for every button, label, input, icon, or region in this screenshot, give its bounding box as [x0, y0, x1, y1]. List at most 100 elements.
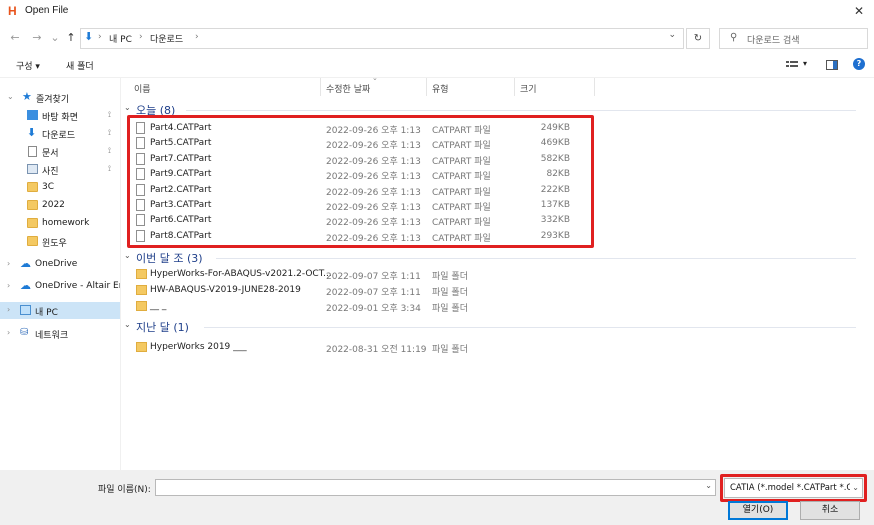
column-divider[interactable]	[514, 78, 515, 96]
close-icon[interactable]: ✕	[854, 4, 864, 18]
pin-icon: ⟟	[108, 164, 111, 173]
command-toolbar: 구성 ▾ 새 폴더 ▾ ?	[0, 52, 874, 78]
navigation-pane: ⌄ ★ 즐겨찾기 바탕 화면 ⟟ ⬇ 다운로드 ⟟ 문서 ⟟ 사진 ⟟ 3C 2…	[0, 78, 121, 470]
file-type: 파일 폴더	[432, 272, 468, 282]
group-divider	[216, 258, 856, 259]
collapse-chevron-icon[interactable]: ⌄	[124, 320, 131, 329]
expand-chevron-icon[interactable]: ›	[7, 328, 10, 337]
column-header-name[interactable]: 이름	[134, 82, 151, 95]
filename-dropdown-chevron-icon[interactable]: ⌄	[705, 481, 712, 490]
star-icon: ★	[22, 90, 32, 103]
file-type: 파일 폴더	[432, 345, 468, 355]
column-header-type[interactable]: 유형	[432, 82, 449, 95]
sidebar-item-label: OneDrive	[35, 259, 78, 269]
breadcrumb-separator: ›	[98, 32, 102, 42]
sidebar-item-onedrive[interactable]: › ☁ OneDrive	[0, 256, 120, 273]
sidebar-item-this-pc[interactable]: › 내 PC	[0, 302, 120, 319]
sidebar-item-label: 내 PC	[35, 308, 58, 318]
collapse-chevron-icon[interactable]: ⌄	[124, 251, 131, 260]
search-input[interactable]: ⚲ 다운로드 검색	[719, 28, 868, 49]
organize-button[interactable]: 구성 ▾	[16, 59, 40, 72]
sidebar-item-label: OneDrive - Altair Eng	[35, 281, 121, 291]
folder-icon	[136, 301, 147, 311]
forward-arrow-icon[interactable]: →	[30, 30, 44, 46]
sidebar-item-label: 문서	[42, 149, 59, 159]
desktop-icon	[27, 110, 38, 120]
file-name: HyperWorks 2019 ___	[150, 342, 247, 352]
open-button[interactable]: 열기(O)	[728, 501, 788, 520]
highlight-box	[127, 115, 594, 248]
group-divider	[204, 327, 856, 328]
group-header-last-month[interactable]: ⌄ 지난 달 (1)	[124, 319, 864, 335]
column-divider[interactable]	[594, 78, 595, 96]
folder-icon	[136, 269, 147, 279]
group-divider	[186, 110, 856, 111]
pc-icon	[20, 305, 31, 315]
search-icon: ⚲	[730, 32, 738, 43]
pin-icon: ⟟	[108, 110, 111, 119]
breadcrumb-item-downloads[interactable]: 다운로드	[150, 32, 183, 45]
file-date: 2022-09-07 오후 1:11	[326, 288, 421, 298]
back-arrow-icon[interactable]: ←	[8, 30, 22, 46]
expand-chevron-icon[interactable]: ›	[7, 259, 10, 268]
sidebar-item-windows[interactable]: 윈도우	[0, 233, 120, 250]
sidebar-item-3c[interactable]: 3C	[0, 179, 120, 196]
sidebar-item-label: 네트워크	[35, 331, 69, 341]
breadcrumb-item-pc[interactable]: 내 PC	[109, 32, 132, 45]
navigation-bar: ← → ⌄ ↑ ⬇ › 내 PC › 다운로드 › ⌄ ↻ ⚲ 다운로드 검색	[0, 26, 874, 50]
sidebar-item-2022[interactable]: 2022	[0, 197, 120, 214]
file-date: 2022-09-07 오후 1:11	[326, 272, 421, 282]
file-type: 파일 폴더	[432, 288, 468, 298]
list-item[interactable]: HyperWorks 2019 ___ 2022-08-31 오전 11:19 …	[134, 340, 594, 355]
address-bar[interactable]: ⬇ › 내 PC › 다운로드 › ⌄	[80, 28, 684, 49]
view-menu-chevron-icon[interactable]: ▾	[803, 59, 807, 68]
column-header-size[interactable]: 크기	[520, 82, 537, 95]
folder-icon	[27, 236, 38, 246]
cancel-button[interactable]: 취소	[800, 501, 860, 520]
file-list: 이름 ⌄ 수정한 날짜 유형 크기 ⌄ 오늘 (8) Part4.CATPart…	[122, 74, 868, 470]
list-item[interactable]: HyperWorks-For-ABAQUS-v2021.2-OCT... 202…	[134, 267, 594, 282]
list-item[interactable]: HW-ABAQUS-V2019-JUNE28-2019 2022-09-07 오…	[134, 283, 594, 298]
column-header-date[interactable]: 수정한 날짜	[326, 82, 370, 95]
expand-chevron-icon[interactable]: ›	[7, 305, 10, 314]
column-divider[interactable]	[320, 78, 321, 96]
recent-locations-chevron-icon[interactable]: ⌄	[48, 30, 62, 46]
list-item[interactable]: __ _ 2022-09-01 오후 3:34 파일 폴더	[134, 299, 594, 314]
sidebar-item-label: 윈도우	[42, 239, 67, 249]
sidebar-item-homework[interactable]: homework	[0, 215, 120, 232]
group-label: 이번 달 조 (3)	[136, 252, 203, 265]
expand-chevron-icon[interactable]: ›	[7, 281, 10, 290]
sidebar-item-documents[interactable]: 문서 ⟟	[0, 143, 120, 160]
sidebar-item-network[interactable]: › ⛁ 네트워크	[0, 325, 120, 342]
document-icon	[28, 146, 37, 157]
picture-icon	[27, 164, 38, 174]
sidebar-item-label: 즐겨찾기	[36, 95, 70, 105]
address-dropdown-chevron-icon[interactable]: ⌄	[668, 30, 676, 40]
column-divider[interactable]	[426, 78, 427, 96]
group-label: 지난 달 (1)	[136, 321, 189, 334]
sidebar-item-label: 바탕 화면	[42, 113, 78, 123]
sidebar-item-pictures[interactable]: 사진 ⟟	[0, 161, 120, 178]
filename-input[interactable]: ⌄	[155, 479, 716, 496]
sidebar-item-label: 2022	[42, 200, 65, 210]
sidebar-item-label: 3C	[42, 182, 55, 192]
folder-icon	[27, 200, 38, 210]
sidebar-item-onedrive-altair[interactable]: › ☁ OneDrive - Altair Eng	[0, 278, 121, 295]
expand-chevron-icon[interactable]: ⌄	[7, 92, 14, 101]
refresh-button[interactable]: ↻	[686, 28, 710, 49]
breadcrumb-separator: ›	[195, 32, 199, 42]
sidebar-item-favorites[interactable]: ⌄ ★ 즐겨찾기	[0, 89, 120, 106]
view-mode-icon[interactable]	[786, 60, 798, 70]
folder-icon	[27, 218, 38, 228]
folder-icon	[136, 342, 147, 352]
up-arrow-icon[interactable]: ↑	[64, 30, 78, 46]
folder-icon	[136, 285, 147, 295]
preview-pane-icon[interactable]	[826, 60, 838, 70]
sidebar-item-downloads[interactable]: ⬇ 다운로드 ⟟	[0, 125, 120, 142]
app-logo-icon: H	[8, 4, 17, 18]
sidebar-item-desktop[interactable]: 바탕 화면 ⟟	[0, 107, 120, 124]
help-icon[interactable]: ?	[853, 58, 865, 70]
collapse-chevron-icon[interactable]: ⌄	[124, 103, 131, 112]
new-folder-button[interactable]: 새 폴더	[66, 59, 94, 72]
group-header-this-month[interactable]: ⌄ 이번 달 조 (3)	[124, 250, 864, 266]
